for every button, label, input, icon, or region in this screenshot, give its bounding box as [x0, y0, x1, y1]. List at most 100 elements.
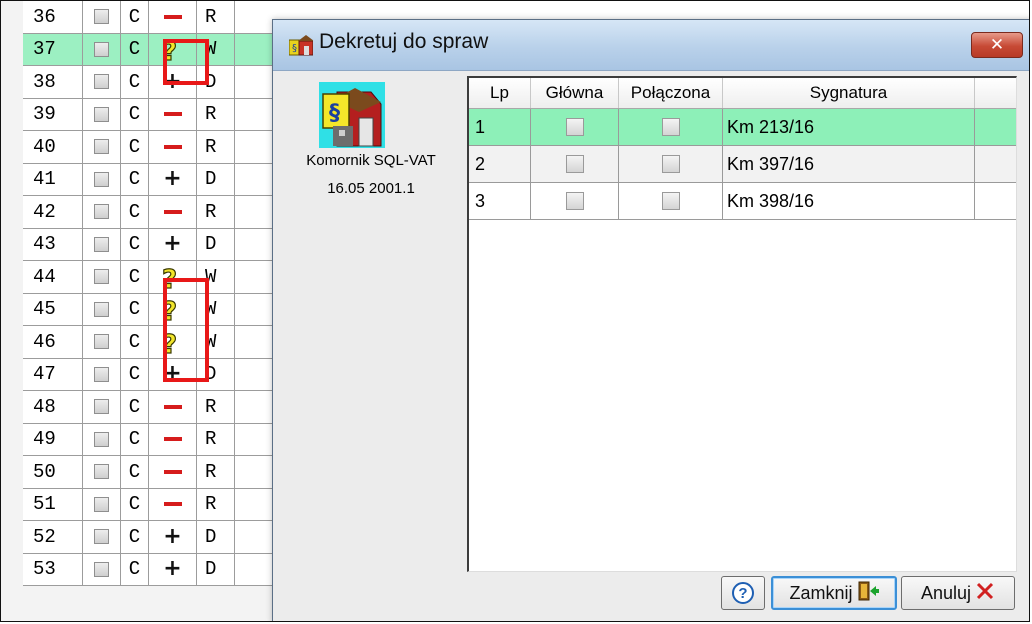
list-row[interactable]: 50 C R	[23, 456, 277, 489]
row-checkbox[interactable]	[94, 269, 109, 285]
row-checkbox[interactable]	[94, 529, 109, 545]
row-type: C	[121, 521, 149, 553]
cell-glowna	[531, 109, 619, 145]
svg-text:?: ?	[162, 297, 177, 323]
row-status: R	[197, 488, 235, 520]
row-checkbox[interactable]	[94, 139, 109, 155]
plus-icon: +	[163, 523, 182, 549]
row-rest	[235, 424, 277, 456]
list-row[interactable]: 43 C + D	[23, 228, 277, 261]
row-checkbox[interactable]	[94, 171, 109, 187]
dialog-titlebar[interactable]: § Dekretuj do spraw ✕	[273, 20, 1029, 71]
row-checkbox[interactable]	[94, 399, 109, 415]
plus-icon: +	[163, 166, 182, 192]
polaczona-checkbox[interactable]	[661, 192, 680, 210]
row-status: D	[197, 553, 235, 585]
list-row[interactable]: 51 C R	[23, 488, 277, 521]
row-checkbox[interactable]	[94, 74, 109, 90]
row-checkbox-cell	[83, 33, 121, 65]
row-op-cell: +	[149, 66, 197, 98]
table-row[interactable]: 3 Km 398/16	[469, 183, 1016, 220]
glowna-checkbox[interactable]	[565, 192, 584, 210]
row-status: W	[197, 293, 235, 325]
row-rest	[235, 326, 277, 358]
row-status: R	[197, 1, 235, 33]
row-type: C	[121, 228, 149, 260]
row-number: 45	[23, 293, 83, 325]
minus-icon	[163, 469, 182, 474]
row-number: 41	[23, 163, 83, 195]
row-checkbox[interactable]	[94, 9, 109, 25]
row-status: R	[197, 391, 235, 423]
row-checkbox-cell	[83, 261, 121, 293]
column-header-polaczona[interactable]: Połączona	[619, 78, 723, 108]
row-checkbox[interactable]	[94, 334, 109, 350]
list-row[interactable]: 47 C + D	[23, 358, 277, 391]
cases-table[interactable]: Lp Główna Połączona Sygnatura 1 Km 213/16…	[467, 76, 1017, 572]
row-checkbox[interactable]	[94, 464, 109, 480]
glowna-checkbox[interactable]	[565, 118, 584, 136]
column-header-lp[interactable]: Lp	[469, 78, 531, 108]
row-checkbox-cell	[83, 521, 121, 553]
list-row[interactable]: 48 C R	[23, 391, 277, 424]
list-row[interactable]: 38 C + D	[23, 66, 277, 99]
table-row[interactable]: 1 Km 213/16	[469, 109, 1016, 146]
row-rest	[235, 554, 277, 586]
polaczona-checkbox[interactable]	[661, 118, 680, 136]
minus-icon	[163, 209, 182, 214]
app-icon: §	[288, 34, 314, 56]
plus-icon: +	[163, 231, 182, 257]
row-rest	[235, 489, 277, 521]
row-checkbox[interactable]	[94, 431, 109, 447]
row-rest	[235, 229, 277, 261]
list-row[interactable]: 36 C R	[23, 1, 277, 34]
column-header-sygnatura[interactable]: Sygnatura	[723, 78, 975, 108]
row-rest	[235, 294, 277, 326]
list-row[interactable]: 39 C R	[23, 98, 277, 131]
row-checkbox-cell	[83, 131, 121, 163]
row-type: C	[121, 33, 149, 65]
row-rest	[235, 164, 277, 196]
list-row[interactable]: 42 C R	[23, 196, 277, 229]
row-checkbox[interactable]	[94, 41, 109, 57]
row-checkbox[interactable]	[94, 301, 109, 317]
row-rest	[235, 521, 277, 553]
question-icon: ?	[159, 263, 187, 291]
row-checkbox[interactable]	[94, 561, 109, 577]
row-type: C	[121, 98, 149, 130]
row-checkbox[interactable]	[94, 236, 109, 252]
row-checkbox[interactable]	[94, 366, 109, 382]
row-type: C	[121, 391, 149, 423]
column-header-glowna[interactable]: Główna	[531, 78, 619, 108]
list-row[interactable]: 40 C R	[23, 131, 277, 164]
list-row[interactable]: 46 C? W	[23, 326, 277, 359]
help-button[interactable]: ?	[721, 576, 765, 610]
list-row[interactable]: 44 C? W	[23, 261, 277, 294]
list-row[interactable]: 45 C? W	[23, 293, 277, 326]
list-row[interactable]: 37 C? W	[23, 33, 277, 66]
minus-icon	[163, 437, 182, 442]
glowna-checkbox[interactable]	[565, 155, 584, 173]
list-row[interactable]: 41 C + D	[23, 163, 277, 196]
row-checkbox-cell	[83, 553, 121, 585]
list-row[interactable]: 49 C R	[23, 423, 277, 456]
row-checkbox[interactable]	[94, 204, 109, 220]
row-checkbox[interactable]	[94, 106, 109, 122]
row-number: 48	[23, 391, 83, 423]
polaczona-checkbox[interactable]	[661, 155, 680, 173]
table-row[interactable]: 2 Km 397/16	[469, 146, 1016, 183]
row-checkbox-cell	[83, 228, 121, 260]
row-op-cell: ?	[149, 293, 197, 325]
row-number: 40	[23, 131, 83, 163]
row-checkbox-cell	[83, 163, 121, 195]
cancel-button[interactable]: Anuluj	[901, 576, 1015, 610]
svg-text:?: ?	[162, 265, 177, 291]
list-row[interactable]: 53 C + D	[23, 553, 277, 586]
row-checkbox[interactable]	[94, 496, 109, 512]
row-op-cell	[149, 98, 197, 130]
row-rest	[235, 261, 277, 293]
row-rest	[235, 196, 277, 228]
close-button[interactable]: Zamknij	[771, 576, 897, 610]
close-window-button[interactable]: ✕	[971, 32, 1023, 58]
list-row[interactable]: 52 C + D	[23, 521, 277, 554]
